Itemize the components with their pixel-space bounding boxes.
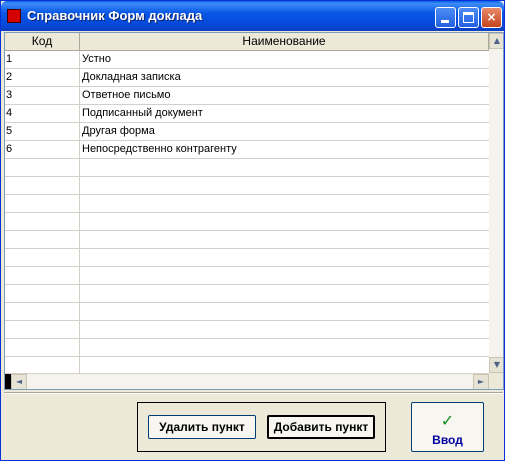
forms-table[interactable]: Код Наименование 1 Устно 2 Докладная записк… xyxy=(4,32,504,390)
table-row[interactable] xyxy=(5,321,489,339)
cell-kod[interactable] xyxy=(5,267,80,285)
vertical-scrollbar[interactable]: ▲ ▼ xyxy=(489,33,503,373)
horizontal-scrollbar[interactable]: ◄ ► xyxy=(5,373,489,389)
cell-kod[interactable] xyxy=(5,303,80,321)
cell-kod[interactable] xyxy=(5,321,80,339)
column-header-kod[interactable]: Код xyxy=(5,33,80,51)
scrollbar-corner xyxy=(489,373,503,389)
table-row[interactable] xyxy=(5,195,489,213)
table-row[interactable]: 4 Подписанный документ xyxy=(5,105,489,123)
cell-kod[interactable]: 1 xyxy=(5,51,80,69)
minimize-icon xyxy=(441,20,449,23)
cell-name[interactable]: Устно xyxy=(81,51,489,69)
cell-kod[interactable] xyxy=(5,177,80,195)
cell-kod[interactable] xyxy=(5,285,80,303)
table-body: 1 Устно 2 Докладная записка 3 Ответное письмо… xyxy=(5,51,489,375)
cell-name[interactable] xyxy=(81,285,489,303)
cell-name[interactable]: Другая форма xyxy=(81,123,489,141)
scroll-left-icon[interactable]: ◄ xyxy=(11,374,27,389)
table-row[interactable] xyxy=(5,231,489,249)
table-row[interactable] xyxy=(5,339,489,357)
divider xyxy=(4,392,503,394)
table-row[interactable] xyxy=(5,213,489,231)
maximize-icon xyxy=(463,12,474,23)
cell-name[interactable] xyxy=(81,339,489,357)
cell-name[interactable] xyxy=(81,267,489,285)
add-item-button[interactable]: Добавить пункт xyxy=(267,415,375,439)
column-header-name[interactable]: Наименование xyxy=(80,33,489,51)
cell-kod[interactable]: 4 xyxy=(5,105,80,123)
table-header: Код Наименование xyxy=(5,33,489,51)
cell-name[interactable] xyxy=(81,213,489,231)
table-row[interactable] xyxy=(5,177,489,195)
table-row[interactable] xyxy=(5,159,489,177)
checkmark-icon: ✓ xyxy=(440,411,455,430)
table-row[interactable]: 5 Другая форма xyxy=(5,123,489,141)
table-row[interactable]: 6 Непосредственно контрагенту xyxy=(5,141,489,159)
cell-name[interactable]: Подписанный документ xyxy=(81,105,489,123)
scroll-right-icon[interactable]: ► xyxy=(473,374,489,389)
minimize-button[interactable] xyxy=(435,7,456,28)
cell-name[interactable]: Ответное письмо xyxy=(81,87,489,105)
cell-name[interactable] xyxy=(81,159,489,177)
cell-name[interactable] xyxy=(81,177,489,195)
close-button[interactable]: × xyxy=(481,7,502,28)
table-row[interactable] xyxy=(5,249,489,267)
red-square-icon xyxy=(7,9,21,23)
cell-kod[interactable]: 2 xyxy=(5,69,80,87)
cell-kod[interactable] xyxy=(5,213,80,231)
cell-kod[interactable] xyxy=(5,249,80,267)
table-row[interactable] xyxy=(5,285,489,303)
close-icon: × xyxy=(486,10,497,24)
cell-name[interactable]: Докладная записка xyxy=(81,69,489,87)
table-row[interactable] xyxy=(5,303,489,321)
dialog-window: Справочник Форм доклада × Код Наименован… xyxy=(0,0,505,461)
cell-kod[interactable] xyxy=(5,195,80,213)
table-row[interactable]: 1 Устно xyxy=(5,51,489,69)
cell-kod[interactable] xyxy=(5,159,80,177)
cell-kod[interactable]: 5 xyxy=(5,123,80,141)
cell-name[interactable] xyxy=(81,195,489,213)
cell-name[interactable] xyxy=(81,231,489,249)
scroll-down-icon[interactable]: ▼ xyxy=(489,357,503,373)
edit-buttons-panel: Удалить пункт Добавить пункт xyxy=(137,402,386,452)
maximize-button[interactable] xyxy=(458,7,479,28)
cell-name[interactable] xyxy=(81,303,489,321)
title-bar[interactable]: Справочник Форм доклада × xyxy=(1,1,504,31)
window-title: Справочник Форм доклада xyxy=(27,8,203,23)
table-row[interactable] xyxy=(5,267,489,285)
cell-kod[interactable]: 3 xyxy=(5,87,80,105)
cell-kod[interactable] xyxy=(5,231,80,249)
enter-button-label: Ввод xyxy=(432,433,463,447)
table-row[interactable]: 3 Ответное письмо xyxy=(5,87,489,105)
cell-name[interactable]: Непосредственно контрагенту xyxy=(81,141,489,159)
table-row[interactable]: 2 Докладная записка xyxy=(5,69,489,87)
scroll-up-icon[interactable]: ▲ xyxy=(489,33,503,49)
delete-item-button[interactable]: Удалить пункт xyxy=(148,415,256,439)
cell-name[interactable] xyxy=(81,249,489,267)
cell-name[interactable] xyxy=(81,321,489,339)
enter-button[interactable]: ✓ Ввод xyxy=(411,402,484,452)
cell-kod[interactable] xyxy=(5,339,80,357)
cell-kod[interactable]: 6 xyxy=(5,141,80,159)
